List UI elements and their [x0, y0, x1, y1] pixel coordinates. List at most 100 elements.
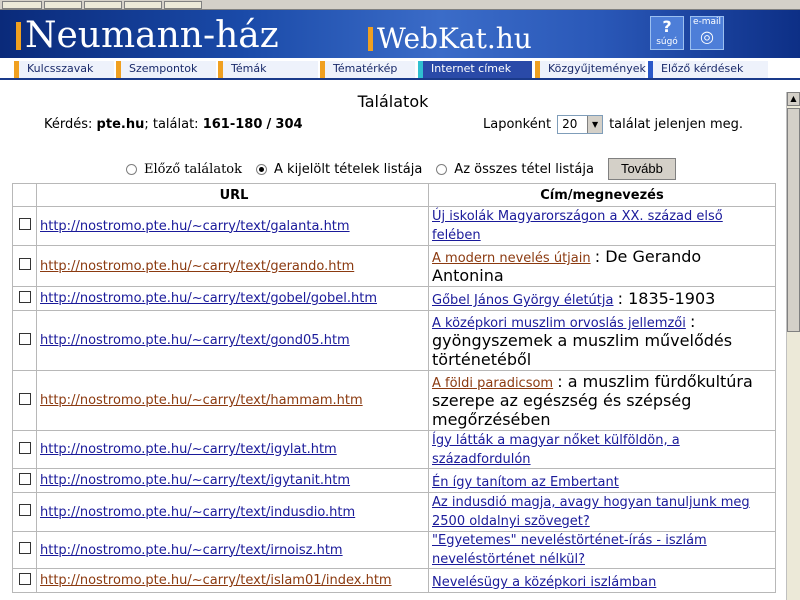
- table-row: http://nostromo.pte.hu/~carry/text/hamma…: [12, 370, 776, 431]
- per-page-select[interactable]: 20 ▼: [557, 115, 604, 134]
- url-link[interactable]: http://nostromo.pte.hu/~carry/text/hamma…: [40, 393, 363, 408]
- table-row: http://nostromo.pte.hu/~carry/text/irnoi…: [12, 531, 776, 569]
- title-link[interactable]: Nevelésügy a középkori iszlámban: [432, 575, 656, 590]
- url-cell: http://nostromo.pte.hu/~carry/text/geran…: [36, 245, 429, 287]
- url-link[interactable]: http://nostromo.pte.hu/~carry/text/gond0…: [40, 333, 350, 348]
- per-page-suffix: találat jelenjen meg.: [609, 117, 743, 132]
- row-select-cell: [12, 430, 37, 469]
- title-link[interactable]: "Egyetemes" neveléstörténet-írás - iszlá…: [432, 533, 707, 567]
- radio-selected-items[interactable]: [256, 163, 268, 175]
- row-checkbox[interactable]: [18, 218, 31, 230]
- url-link[interactable]: http://nostromo.pte.hu/~carry/text/igyla…: [40, 442, 337, 457]
- row-checkbox[interactable]: [18, 504, 31, 516]
- title-link[interactable]: Én így tanítom az Embertant: [432, 475, 619, 490]
- row-select-cell: [12, 468, 37, 493]
- url-link[interactable]: http://nostromo.pte.hu/~carry/text/galan…: [40, 219, 350, 234]
- row-select-cell: [12, 310, 37, 371]
- query-label: Kérdés:: [44, 117, 93, 132]
- table-row: http://nostromo.pte.hu/~carry/text/gobel…: [12, 286, 776, 311]
- hits-range: 161-180: [202, 117, 263, 132]
- row-select-cell: [12, 370, 37, 431]
- hits-separator: /: [266, 117, 272, 132]
- url-link[interactable]: http://nostromo.pte.hu/~carry/text/islam…: [40, 573, 392, 588]
- hits-label: ; találat:: [144, 117, 199, 132]
- nav-item-temak[interactable]: Témák: [218, 61, 318, 78]
- nav-item-kozgyujtemenyek[interactable]: Közgyűjtemények: [535, 61, 646, 78]
- url-link[interactable]: http://nostromo.pte.hu/~carry/text/igyta…: [40, 473, 350, 488]
- help-icon: ?: [662, 17, 672, 36]
- table-row: http://nostromo.pte.hu/~carry/text/indus…: [12, 492, 776, 532]
- title-link[interactable]: Gőbel János György életútja: [432, 293, 613, 308]
- title-link[interactable]: Az indusdió magja, avagy hogyan tanuljun…: [432, 495, 750, 529]
- scrollbar-thumb[interactable]: [787, 108, 800, 332]
- help-button[interactable]: ? súgó: [650, 16, 684, 50]
- row-checkbox[interactable]: [18, 290, 31, 303]
- row-checkbox[interactable]: [18, 441, 31, 454]
- title-cell: A középkori muszlim orvoslás jellemzői :…: [428, 310, 776, 371]
- row-select-cell: [12, 492, 37, 532]
- title-link[interactable]: Így látták a magyar nőket külföldön, a s…: [432, 433, 680, 467]
- list-mode-options: Előző találatok A kijelölt tételek listá…: [126, 158, 676, 180]
- brand-logo-webkat[interactable]: WebKat.hu: [368, 22, 532, 55]
- frame-tab[interactable]: [164, 1, 202, 9]
- title-link[interactable]: A középkori muszlim orvoslás jellemzői: [432, 316, 686, 331]
- row-select-cell: [12, 206, 37, 246]
- frame-tab[interactable]: [124, 1, 162, 9]
- table-header-row: URL Cím/megnevezés: [12, 183, 776, 207]
- site-header: Neumann-ház WebKat.hu ? súgó e-mail ◎: [0, 10, 800, 58]
- column-header-title: Cím/megnevezés: [428, 183, 776, 207]
- brand-logo-neumann[interactable]: Neumann-ház: [16, 15, 279, 56]
- brand-bar-icon: [16, 21, 21, 50]
- row-checkbox[interactable]: [18, 542, 31, 554]
- title-link[interactable]: A földi paradicsom: [432, 376, 553, 391]
- radio-selected-items-label: A kijelölt tételek listája: [274, 161, 423, 177]
- title-cell: Gőbel János György életútja : 1835-1903: [428, 286, 776, 311]
- radio-all-items-label: Az összes tétel listája: [454, 161, 594, 177]
- radio-previous-hits[interactable]: [126, 163, 137, 175]
- url-link[interactable]: http://nostromo.pte.hu/~carry/text/indus…: [40, 505, 355, 520]
- table-row: http://nostromo.pte.hu/~carry/text/gond0…: [12, 310, 776, 371]
- per-page-label: Laponként: [483, 117, 552, 132]
- results-table: URL Cím/megnevezés http://nostromo.pte.h…: [12, 183, 776, 593]
- frame-tab[interactable]: [44, 1, 82, 9]
- title-cell: Az indusdió magja, avagy hogyan tanuljun…: [428, 492, 776, 532]
- nav-item-elozo-kerdesek[interactable]: Előző kérdések: [648, 61, 768, 78]
- title-cell: A földi paradicsom : a muszlim fürdőkult…: [428, 370, 776, 431]
- row-checkbox[interactable]: [18, 572, 31, 585]
- frame-tab[interactable]: [84, 1, 122, 9]
- row-checkbox[interactable]: [18, 258, 31, 270]
- row-select-cell: [12, 568, 37, 593]
- title-link[interactable]: A modern nevelés útjain: [432, 251, 591, 266]
- title-link[interactable]: Új iskolák Magyarországon a XX. század e…: [432, 209, 723, 243]
- row-checkbox[interactable]: [18, 392, 31, 405]
- nav-item-tematerkep[interactable]: Tématérkép: [320, 61, 415, 78]
- row-select-cell: [12, 245, 37, 287]
- url-link[interactable]: http://nostromo.pte.hu/~carry/text/gobel…: [40, 291, 377, 306]
- url-link[interactable]: http://nostromo.pte.hu/~carry/text/geran…: [40, 259, 354, 274]
- next-button[interactable]: Tovább: [607, 158, 676, 180]
- radio-all-items[interactable]: [436, 163, 448, 175]
- nav-item-szempontok[interactable]: Szempontok: [116, 61, 216, 78]
- nav-item-internet-cimek[interactable]: Internet címek: [418, 61, 532, 78]
- main-nav: Kulcsszavak Szempontok Témák Tématérkép …: [0, 58, 800, 80]
- email-button[interactable]: e-mail ◎: [690, 16, 724, 50]
- row-checkbox[interactable]: [18, 332, 31, 345]
- globe-icon: ◎: [700, 27, 714, 46]
- title-cell: "Egyetemes" neveléstörténet-írás - iszlá…: [428, 531, 776, 569]
- row-checkbox[interactable]: [18, 472, 31, 485]
- column-header-url: URL: [36, 183, 429, 207]
- hits-total: 304: [275, 117, 303, 132]
- row-select-cell: [12, 286, 37, 311]
- table-row: http://nostromo.pte.hu/~carry/text/islam…: [12, 568, 776, 593]
- row-select-cell: [12, 531, 37, 569]
- title-rest: : 1835-1903: [617, 289, 716, 308]
- url-link[interactable]: http://nostromo.pte.hu/~carry/text/irnoi…: [40, 543, 343, 558]
- frame-tab[interactable]: [2, 1, 42, 9]
- vertical-scrollbar[interactable]: ▲: [786, 92, 800, 600]
- nav-item-kulcsszavak[interactable]: Kulcsszavak: [14, 61, 114, 78]
- dropdown-arrow-icon: ▼: [587, 116, 603, 133]
- scroll-up-arrow-icon[interactable]: ▲: [787, 92, 800, 106]
- results-content: Találatok Kérdés: pte.hu; találat: 161-1…: [0, 80, 786, 600]
- table-row: http://nostromo.pte.hu/~carry/text/geran…: [12, 245, 776, 287]
- radio-previous-hits-label: Előző találatok: [144, 161, 243, 177]
